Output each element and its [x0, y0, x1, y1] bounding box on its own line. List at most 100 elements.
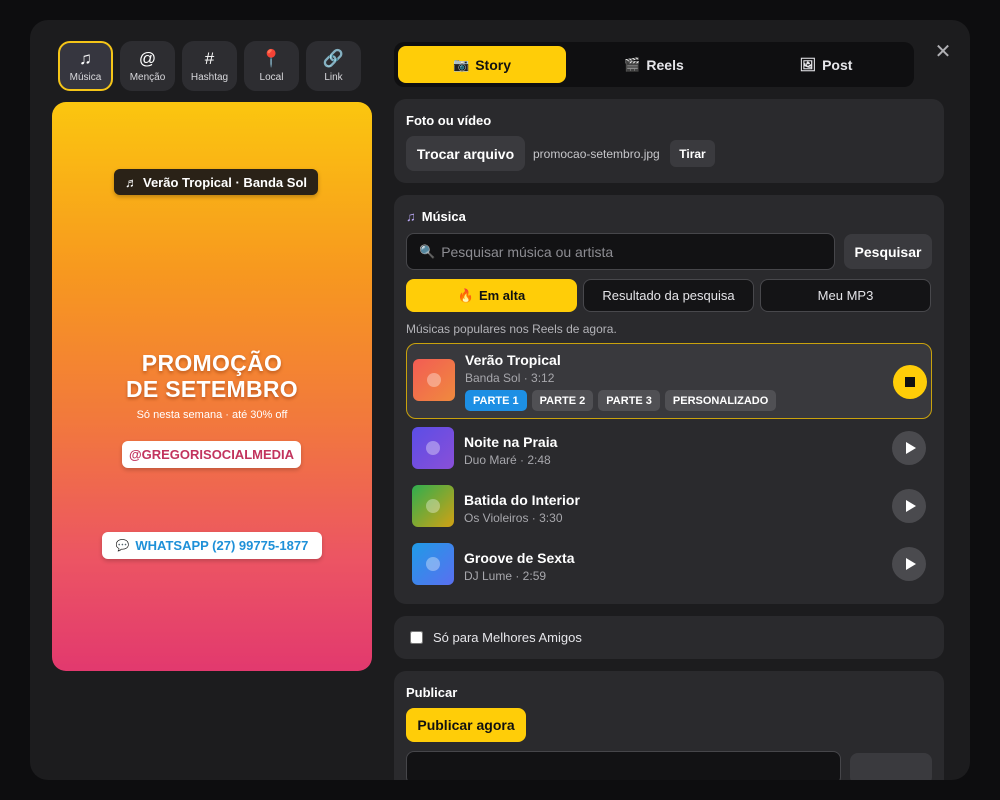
- play-button[interactable]: [892, 489, 926, 523]
- track-title: Groove de Sexta: [464, 550, 575, 566]
- track-item[interactable]: Batida do Interior Os Violeiros · 3:30: [406, 482, 932, 532]
- at-sign-icon: @: [138, 49, 157, 68]
- sticker-location[interactable]: 📍 Local: [244, 41, 299, 91]
- sticker-link[interactable]: 🔗 Link: [306, 41, 361, 91]
- track-item[interactable]: Verão Tropical Banda Sol · 3:12 PARTE 1 …: [406, 343, 932, 419]
- album-cover: [412, 427, 454, 469]
- media-title: Foto ou vídeo: [406, 113, 492, 128]
- filter-search-results[interactable]: Resultado da pesquisa: [583, 279, 754, 312]
- chat-bubble-icon: 💬: [115, 540, 130, 552]
- tab-label: Post: [822, 56, 853, 73]
- music-search-input[interactable]: [441, 243, 822, 260]
- remove-file-button[interactable]: Tirar: [670, 140, 715, 167]
- schedule-button[interactable]: [850, 753, 932, 780]
- filter-trending[interactable]: 🔥 Em alta: [406, 279, 577, 312]
- play-button[interactable]: [892, 431, 926, 465]
- music-section-title: ♫ Música: [406, 209, 466, 224]
- tab-post[interactable]: 🖼 Post: [742, 46, 910, 83]
- part-1-button[interactable]: PARTE 1: [465, 390, 527, 411]
- music-hint: Músicas populares nos Reels de agora.: [406, 322, 617, 336]
- story-preview: ♬ Verão Tropical · Banda Sol PROMOÇÃO DE…: [52, 102, 372, 671]
- music-note-icon: ♫: [406, 209, 416, 224]
- music-note-icon: ♫: [79, 49, 92, 68]
- custom-part-button[interactable]: PERSONALIZADO: [664, 390, 777, 411]
- whatsapp-sticker[interactable]: 💬 WHATSAPP (27) 99775-1877: [102, 532, 322, 559]
- play-button[interactable]: [892, 547, 926, 581]
- sticker-label: Hashtag: [190, 72, 229, 83]
- disc-icon: [427, 373, 441, 387]
- music-sticker-label: Verão Tropical · Banda Sol: [143, 174, 307, 190]
- track-title: Verão Tropical: [465, 352, 561, 368]
- part-2-button[interactable]: PARTE 2: [531, 390, 594, 411]
- tab-label: Reels: [646, 56, 684, 73]
- file-name: promocao-setembro.jpg: [533, 147, 660, 161]
- album-cover: [413, 359, 455, 401]
- sticker-label: Menção: [129, 72, 166, 83]
- tab-label: Story: [475, 56, 511, 73]
- stop-icon: [905, 377, 915, 387]
- track-meta: Banda Sol · 3:12: [465, 371, 555, 385]
- track-meta: Os Violeiros · 3:30: [464, 511, 563, 525]
- image-icon: 🖼: [799, 56, 817, 72]
- track-title: Noite na Praia: [464, 434, 558, 450]
- part-3-button[interactable]: PARTE 3: [598, 390, 660, 411]
- filter-my-mp3[interactable]: Meu MP3: [760, 279, 931, 312]
- tab-reels[interactable]: 🎬 Reels: [570, 46, 738, 83]
- music-search-field[interactable]: 🔍: [406, 233, 835, 270]
- clapperboard-icon: 🎬: [624, 56, 641, 72]
- promo-title-line: DE SETEMBRO: [126, 376, 298, 402]
- promo-title-line: PROMOÇÃO: [141, 350, 283, 376]
- track-title: Batida do Interior: [464, 492, 580, 508]
- tab-story[interactable]: 📷 Story: [398, 46, 566, 83]
- camera-icon: 📷: [453, 56, 470, 72]
- stop-button[interactable]: [893, 365, 927, 399]
- format-tabs: 📷 Story 🎬 Reels 🖼 Post: [394, 42, 914, 87]
- promo-title: PROMOÇÃO DE SETEMBRO: [52, 350, 372, 402]
- track-item[interactable]: Groove de Sexta DJ Lume · 2:59: [406, 540, 932, 590]
- sticker-toolbar: ♫ Música @ Menção # Hashtag 📍 Local 🔗 Li…: [58, 41, 361, 91]
- publish-card: Publicar Publicar agora: [394, 671, 944, 780]
- hashtag-icon: #: [204, 49, 215, 68]
- sticker-label: Link: [324, 72, 343, 83]
- music-card: ♫ Música 🔍 Pesquisar 🔥 Em alta Resultado…: [394, 195, 944, 604]
- search-button[interactable]: Pesquisar: [844, 234, 932, 269]
- promo-subtitle: Só nesta semana · até 30% off: [136, 409, 288, 421]
- close-friends-label: Só para Melhores Amigos: [433, 630, 582, 645]
- track-meta: Duo Maré · 2:48: [464, 453, 551, 467]
- close-friends-card: Só para Melhores Amigos: [394, 616, 944, 659]
- disc-icon: [426, 441, 440, 455]
- close-icon[interactable]: ✕: [933, 40, 953, 63]
- close-friends-checkbox[interactable]: [410, 631, 423, 644]
- sticker-label: Local: [259, 72, 284, 83]
- track-item[interactable]: Noite na Praia Duo Maré · 2:48: [406, 424, 932, 474]
- search-icon: 🔍: [419, 243, 436, 259]
- story-composer-modal: ♫ Música @ Menção # Hashtag 📍 Local 🔗 Li…: [30, 20, 970, 780]
- sticker-label: Música: [69, 72, 102, 83]
- play-icon: [905, 558, 916, 570]
- play-icon: [905, 500, 916, 512]
- sticker-mention[interactable]: @ Menção: [120, 41, 175, 91]
- mention-sticker[interactable]: @GREGORISOCIALMEDIA: [122, 441, 301, 468]
- music-sticker[interactable]: ♬ Verão Tropical · Banda Sol: [114, 169, 318, 195]
- album-cover: [412, 543, 454, 585]
- sticker-hashtag[interactable]: # Hashtag: [182, 41, 237, 91]
- link-icon: 🔗: [322, 49, 345, 68]
- filter-label: Meu MP3: [817, 288, 874, 303]
- fire-icon: 🔥: [457, 287, 474, 303]
- sticker-music[interactable]: ♫ Música: [58, 41, 113, 91]
- schedule-input[interactable]: [406, 751, 841, 780]
- location-pin-icon: 📍: [260, 49, 283, 68]
- publish-title: Publicar: [406, 685, 458, 700]
- whatsapp-label: WHATSAPP (27) 99775-1877: [135, 538, 309, 553]
- filter-label: Em alta: [478, 288, 526, 303]
- publish-now-button[interactable]: Publicar agora: [406, 708, 526, 742]
- track-meta: DJ Lume · 2:59: [464, 569, 547, 583]
- music-title-label: Música: [421, 209, 466, 224]
- media-card: Foto ou vídeo Trocar arquivo promocao-se…: [394, 99, 944, 183]
- track-parts: PARTE 1 PARTE 2 PARTE 3 PERSONALIZADO: [465, 390, 777, 411]
- music-note-icon: ♬: [125, 174, 138, 190]
- filter-label: Resultado da pesquisa: [602, 288, 735, 303]
- album-cover: [412, 485, 454, 527]
- play-icon: [905, 442, 916, 454]
- swap-file-button[interactable]: Trocar arquivo: [406, 136, 525, 171]
